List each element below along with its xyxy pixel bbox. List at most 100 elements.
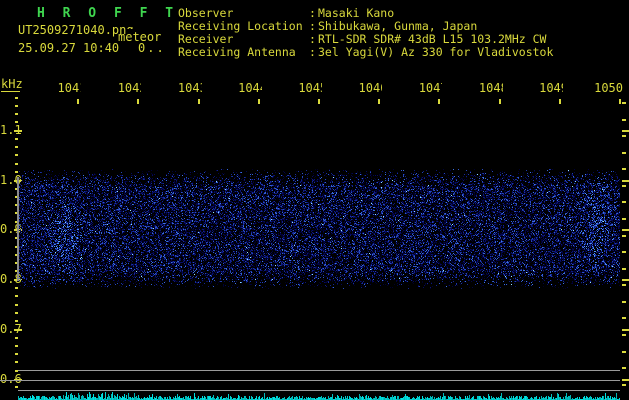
- y-minor-tick-right: [622, 383, 626, 386]
- y-major-tick-left: [14, 328, 22, 331]
- x-axis-label-clipped-digit: 5: [320, 82, 322, 95]
- y-minor-tick-left: [15, 344, 18, 347]
- x-minute-tick: [77, 99, 80, 104]
- y-minor-tick-right: [622, 350, 626, 353]
- y-minor-tick-left: [15, 154, 18, 157]
- y-major-tick-left: [14, 130, 22, 132]
- y-minor-tick-right: [622, 217, 626, 220]
- metadata-key: Observer: [178, 6, 234, 20]
- hrofft-window: H R O F F T UT2509271040.png meteor 25.0…: [0, 0, 629, 400]
- y-major-tick-right: [622, 229, 629, 232]
- x-axis-label-text: 104: [177, 81, 200, 95]
- y-major-tick-right: [622, 378, 629, 381]
- echo-counter: 0..: [138, 41, 166, 55]
- x-minute-tick: [498, 99, 501, 104]
- metadata-value: 3el Yagi(V) Az 330 for Vladivostok: [318, 44, 554, 59]
- metadata-row: Receiver: RTL-SDR SDR# 43dB L15 103.2MHz …: [178, 33, 546, 45]
- filename-text: UT2509271040.pn: [18, 23, 127, 37]
- x-axis-label-text: 104: [57, 81, 80, 95]
- x-axis-label: 1047: [412, 81, 443, 95]
- x-minute-tick: [137, 99, 140, 104]
- x-minute-tick: [257, 99, 260, 104]
- x-axis-label-text: 104: [478, 81, 501, 95]
- band-left-border: [17, 177, 19, 281]
- y-minor-tick-left: [15, 311, 18, 314]
- y-minor-tick-left: [15, 320, 18, 323]
- datetime-label: 25.09.27 10:40: [18, 41, 120, 55]
- metadata-value: RTL-SDR SDR# 43dB L15 103.2MHz CW: [318, 31, 547, 46]
- y-minor-tick-right: [622, 201, 626, 204]
- y-axis-unit: kHz: [1, 77, 23, 91]
- app-title: H R O F F T: [37, 6, 179, 21]
- x-axis-label-clipped-digit: 9: [561, 82, 563, 95]
- y-minor-tick-left: [15, 137, 18, 140]
- x-minute-tick: [378, 99, 381, 104]
- x-axis-label: 1044: [232, 82, 262, 95]
- y-minor-tick-right: [622, 333, 626, 336]
- y-minor-tick-left: [15, 146, 18, 149]
- x-axis-label-clipped-digit: 3: [200, 82, 202, 95]
- x-axis-label: 1050: [594, 81, 623, 95]
- y-minor-tick-right: [622, 367, 626, 370]
- y-minor-tick-left: [15, 171, 18, 174]
- y-minor-tick-left: [15, 113, 18, 116]
- y-minor-tick-left: [15, 353, 18, 356]
- x-axis-label-text: 104: [358, 81, 381, 95]
- spectrogram-canvas: [19, 166, 620, 290]
- y-axis-unit-underline: [1, 91, 20, 92]
- x-axis-label: 1046: [352, 81, 383, 95]
- x-axis-label-text: 104: [418, 81, 441, 95]
- x-minute-tick: [558, 99, 561, 104]
- x-axis-label: 1042: [111, 81, 142, 95]
- metadata-colon: :: [309, 31, 316, 46]
- y-minor-tick-right: [622, 284, 626, 287]
- x-axis-label-clipped-digit: 7: [440, 82, 442, 95]
- y-major-tick-right: [622, 279, 629, 282]
- metadata-key: Receiving Antenna: [178, 44, 296, 59]
- y-major-tick-right: [622, 179, 629, 182]
- signal-level-strip: [18, 391, 620, 400]
- separator-line-1: [18, 370, 620, 371]
- x-axis-label: 1045: [292, 82, 322, 95]
- x-minute-tick: [318, 99, 320, 104]
- metadata-row: Receiving Antenna:3el Yagi(V) Az 330 for…: [178, 46, 553, 58]
- y-major-tick-right: [622, 130, 629, 132]
- y-minor-tick-left: [15, 295, 18, 298]
- x-minute-tick: [197, 99, 200, 104]
- metadata-key: Receiving Location: [178, 18, 303, 33]
- x-axis-label-text: 104: [117, 81, 140, 95]
- metadata-key: Receiver: [178, 31, 234, 46]
- metadata-row: Observer: Masaki Kano: [178, 7, 394, 19]
- x-axis-label-text: 104: [238, 81, 260, 95]
- x-minute-tick: [438, 99, 441, 104]
- x-axis-label-clipped-digit: 4: [260, 82, 262, 95]
- y-minor-tick-left: [15, 336, 18, 339]
- y-minor-tick-left: [15, 361, 18, 364]
- x-minute-tick: [619, 99, 621, 104]
- x-axis-label: 1041: [51, 81, 82, 95]
- separator-line-2: [0, 380, 620, 381]
- y-minor-tick-right: [622, 135, 626, 138]
- x-axis-label-text: 104: [539, 81, 561, 95]
- x-axis-label-text: 104: [298, 81, 320, 95]
- x-axis-label: 1048: [473, 82, 503, 95]
- y-minor-tick-left: [15, 162, 18, 165]
- y-major-tick-right: [622, 328, 629, 331]
- y-minor-tick-right: [622, 317, 626, 320]
- y-minor-tick-right: [622, 234, 626, 237]
- y-minor-tick-left: [15, 286, 18, 289]
- filename-clipped-char: g: [126, 24, 133, 29]
- metadata-colon: :: [309, 18, 316, 33]
- y-minor-tick-right: [622, 118, 626, 121]
- x-axis-label-clipped-digit: 6: [380, 82, 382, 95]
- x-axis-label-clipped-digit: 1: [79, 82, 81, 95]
- y-minor-tick-right: [622, 102, 626, 104]
- y-minor-tick-right: [622, 267, 626, 270]
- filename-label: UT2509271040.png: [18, 24, 134, 37]
- y-minor-tick-left: [15, 96, 18, 99]
- x-axis-label: 1043: [172, 82, 202, 95]
- y-minor-tick-left: [15, 121, 18, 124]
- x-axis-label: 1049: [533, 82, 563, 95]
- x-axis-label-clipped-digit: 8: [501, 82, 503, 95]
- y-minor-tick-left: [15, 303, 18, 306]
